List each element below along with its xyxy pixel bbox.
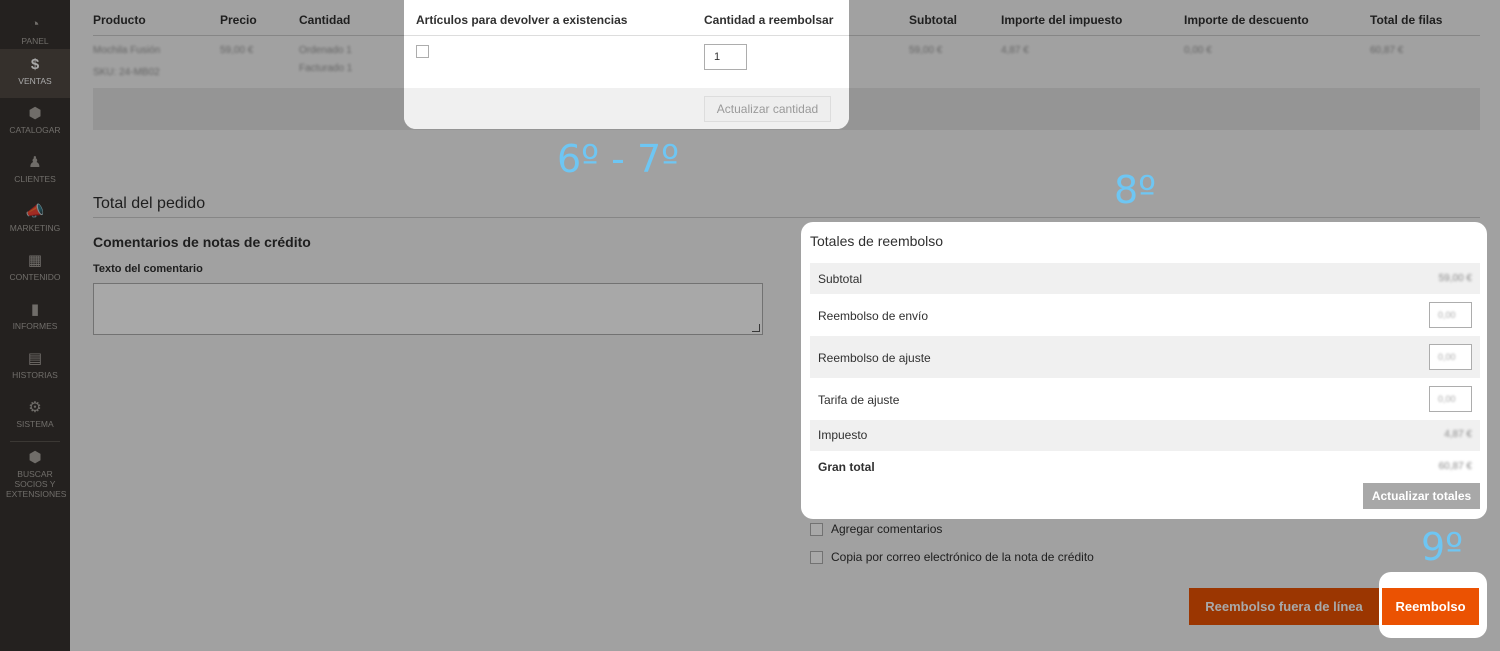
col-row-total: Total de filas xyxy=(1370,13,1443,27)
grand-total-label: Gran total xyxy=(818,460,875,474)
partners-icon: ⬢ xyxy=(28,449,42,466)
highlight-refund-totals: Totales de reembolso Subtotal 59,00 € Re… xyxy=(801,222,1487,519)
row-discount: 0,00 € xyxy=(1184,45,1212,56)
row-tax: 4,87 € xyxy=(1001,45,1029,56)
row-subtotal: 59,00 € xyxy=(909,45,943,56)
append-comments-label: Agregar comentarios xyxy=(831,522,943,536)
col-subtotal: Subtotal xyxy=(909,13,957,27)
dashboard-icon: ◔ xyxy=(30,16,40,33)
person-icon: ♟ xyxy=(28,154,42,171)
resize-handle-icon[interactable] xyxy=(752,324,760,332)
section-divider xyxy=(93,217,1480,218)
append-comments-option[interactable]: Agregar comentarios xyxy=(810,522,942,536)
nav-informes[interactable]: ▮ INFORMES xyxy=(0,294,70,343)
nav-label: VENTAS xyxy=(18,76,52,86)
return-to-stock-header: Artículos para devolver a existencias xyxy=(416,13,628,27)
update-qty-button[interactable]: Actualizar cantidad xyxy=(704,96,831,122)
step-label-6-7: 6º - 7º xyxy=(557,137,680,181)
shipping-refund-input[interactable]: 0,00 xyxy=(1429,302,1472,328)
refund-offline-button[interactable]: Reembolso fuera de línea xyxy=(1189,588,1379,625)
nav-partners[interactable]: ⬢ BUSCAR SOCIOS Y EXTENSIONES xyxy=(0,442,70,502)
cube-icon: ⬢ xyxy=(28,105,42,122)
grand-total-value: 60,87 € xyxy=(1438,461,1472,472)
comment-text-label: Texto del comentario xyxy=(93,263,203,275)
store-icon: ▤ xyxy=(27,350,43,367)
nav-marketing[interactable]: 📣 MARKETING xyxy=(0,196,70,245)
tax-value: 4,87 € xyxy=(1444,429,1472,440)
nav-label: HISTORIAS xyxy=(12,370,58,380)
nav-label: CONTENIDO xyxy=(9,272,61,282)
qty-invoiced: Facturado 1 xyxy=(299,63,353,74)
header-divider xyxy=(404,35,849,36)
qty-ordered: Ordenado 1 xyxy=(299,45,352,56)
highlight-stock-panel: Artículos para devolver a existencias Ca… xyxy=(404,0,849,129)
email-copy-option[interactable]: Copia por correo electrónico de la nota … xyxy=(810,550,1094,564)
email-copy-checkbox[interactable] xyxy=(810,550,823,564)
row-total: 60,87 € xyxy=(1370,45,1404,56)
shipping-refund-value: 0,00 xyxy=(1438,310,1456,320)
nav-contenido[interactable]: ▦ CONTENIDO xyxy=(0,245,70,294)
nav-clientes[interactable]: ♟ CLIENTES xyxy=(0,147,70,196)
qty-to-refund-input[interactable]: 1 xyxy=(704,44,747,70)
subtotal-label: Subtotal xyxy=(818,272,863,286)
col-product: Producto xyxy=(93,13,146,27)
adjustment-refund-value: 0,00 xyxy=(1438,352,1456,362)
shipping-refund-row: Reembolso de envío 0,00 xyxy=(810,294,1480,336)
product-name: Mochila Fusión xyxy=(93,45,161,56)
gear-icon: ⚙ xyxy=(28,399,42,416)
product-sku: SKU: 24-MB02 xyxy=(93,67,160,78)
adjustment-fee-value: 0,00 xyxy=(1438,394,1456,404)
nav-label: BUSCAR SOCIOS Y EXTENSIONES xyxy=(6,469,67,499)
nav-label: CATALOGAR xyxy=(9,125,61,135)
update-totals-button[interactable]: Actualizar totales xyxy=(1363,483,1480,509)
nav-historias[interactable]: ▤ HISTORIAS xyxy=(0,343,70,392)
col-tax: Importe del impuesto xyxy=(1001,13,1123,27)
append-comments-checkbox[interactable] xyxy=(810,522,823,536)
highlight-refund-button: Reembolso xyxy=(1379,572,1487,638)
comment-textarea[interactable] xyxy=(93,283,763,335)
tax-label: Impuesto xyxy=(818,428,868,442)
order-total-title: Total del pedido xyxy=(93,195,206,212)
nav-sistema[interactable]: ⚙ SISTEMA xyxy=(0,392,70,441)
col-qty: Cantidad xyxy=(299,13,351,27)
nav-catalogar[interactable]: ⬢ CATALOGAR xyxy=(0,98,70,147)
megaphone-icon: 📣 xyxy=(25,203,45,220)
step-label-9: 9º xyxy=(1421,525,1464,569)
col-price: Precio xyxy=(220,13,257,27)
adjustment-fee-row: Tarifa de ajuste 0,00 xyxy=(810,378,1480,420)
adjustment-refund-input[interactable]: 0,00 xyxy=(1429,344,1472,370)
step-label-8: 8º xyxy=(1114,168,1157,212)
product-price: 59,00 € xyxy=(220,45,254,56)
refund-button[interactable]: Reembolso xyxy=(1382,588,1479,625)
adjustment-fee-label: Tarifa de ajuste xyxy=(818,393,900,407)
nav-label: SISTEMA xyxy=(16,419,54,429)
bar-chart-icon: ▮ xyxy=(30,301,40,318)
adjustment-refund-label: Reembolso de ajuste xyxy=(818,351,931,365)
dollar-icon: $ xyxy=(30,56,40,73)
nav-ventas[interactable]: $ VENTAS xyxy=(0,49,70,98)
credit-memo-comments-title: Comentarios de notas de crédito xyxy=(93,234,311,250)
email-copy-label: Copia por correo electrónico de la nota … xyxy=(831,550,1094,564)
grand-total-row: Gran total 60,87 € xyxy=(810,451,1480,481)
return-to-stock-checkbox[interactable] xyxy=(416,45,429,58)
layout-icon: ▦ xyxy=(27,252,43,269)
col-discount: Importe de descuento xyxy=(1184,13,1309,27)
subtotal-value: 59,00 € xyxy=(1438,273,1472,284)
nav-label: MARKETING xyxy=(9,223,61,233)
tax-row: Impuesto 4,87 € xyxy=(810,420,1480,451)
qty-to-refund-header: Cantidad a reembolsar xyxy=(704,13,834,27)
refund-totals-title: Totales de reembolso xyxy=(810,233,944,249)
adjustment-fee-input[interactable]: 0,00 xyxy=(1429,386,1472,412)
subtotal-row: Subtotal 59,00 € xyxy=(810,263,1480,294)
shipping-refund-label: Reembolso de envío xyxy=(818,309,929,323)
nav-label: INFORMES xyxy=(12,321,58,331)
admin-sidebar: ◔ PANEL $ VENTAS ⬢ CATALOGAR ♟ CLIENTES … xyxy=(0,0,70,651)
nav-label: PANEL xyxy=(21,36,49,46)
nav-label: CLIENTES xyxy=(14,174,56,184)
adjustment-refund-row: Reembolso de ajuste 0,00 xyxy=(810,336,1480,378)
